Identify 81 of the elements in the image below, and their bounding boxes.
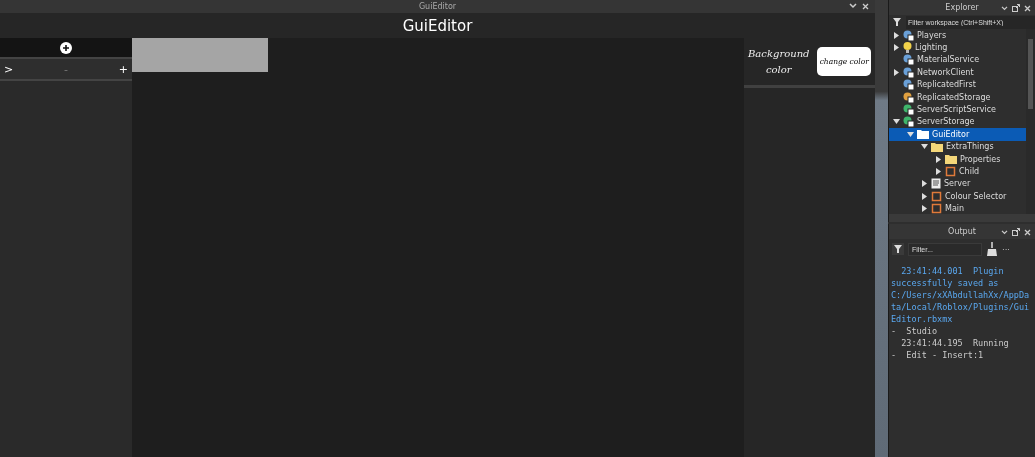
chevron-down-icon[interactable] [849, 3, 857, 9]
tree-item-label: Properties [960, 154, 1001, 164]
tree-item[interactable]: Colour Selector [889, 190, 1026, 203]
frame-icon [931, 190, 942, 202]
collapsed-arrow-icon[interactable] [921, 205, 928, 213]
broom-icon[interactable] [986, 242, 998, 256]
chevron-down-icon[interactable] [1001, 229, 1008, 235]
tree-item[interactable]: MaterialService [889, 53, 1026, 67]
plugin-heading: GuiEditor [402, 16, 473, 35]
plus-button[interactable]: + [114, 62, 132, 76]
tree-item[interactable]: Players [889, 29, 1026, 42]
script-icon [931, 178, 941, 190]
service-icon [903, 29, 914, 41]
frame-icon [945, 166, 956, 177]
tree-item-label: Lighting [915, 43, 948, 53]
service-icon [903, 79, 914, 91]
more-button[interactable]: ··· [1002, 244, 1010, 254]
collapsed-arrow-icon[interactable] [893, 68, 900, 76]
tree-item-label: Child [959, 167, 980, 176]
tree-item[interactable]: ReplicatedStorage [889, 90, 1026, 104]
explorer-title: Explorer [945, 3, 979, 12]
tree-item-label: GuiEditor [932, 129, 970, 139]
folder-icon [917, 129, 929, 140]
expanded-arrow-icon[interactable] [893, 118, 900, 126]
tree-item-label: Main [945, 204, 965, 214]
tree-item[interactable]: NetworkClient [889, 66, 1026, 79]
scrollbar[interactable] [1026, 29, 1035, 214]
tree-item[interactable]: ReplicatedFirst [889, 78, 1026, 91]
output-line: 23:41:44.195 Running [900, 337, 1010, 349]
chevron-down-icon[interactable] [1001, 5, 1008, 11]
close-icon[interactable] [1024, 228, 1031, 236]
tree-item[interactable]: Properties [889, 152, 1026, 166]
service-icon [903, 104, 914, 116]
service-icon [903, 66, 914, 78]
collapsed-arrow-icon[interactable] [893, 44, 900, 52]
collapsed-arrow-icon[interactable] [935, 168, 942, 175]
tree-item-label: ServerStorage [917, 117, 975, 127]
tree-item-label: Server [944, 179, 971, 189]
tree-item-label: MaterialService [917, 55, 980, 65]
collapsed-arrow-icon[interactable] [921, 180, 928, 188]
output-line: - Studio [891, 325, 939, 337]
tree-item[interactable]: Main [889, 202, 1026, 214]
close-icon[interactable] [862, 3, 869, 10]
tree-item[interactable]: ExtraThings [889, 140, 1026, 153]
close-icon[interactable] [1024, 4, 1031, 12]
collapsed-arrow-icon[interactable] [893, 31, 900, 39]
tree-item[interactable]: GuiEditor [889, 128, 1026, 141]
background-color-label: Background color [747, 46, 810, 77]
tree-item-label: NetworkClient [917, 67, 974, 77]
tree-item[interactable]: Lighting [889, 41, 1026, 54]
collapsed-arrow-icon[interactable] [935, 155, 942, 163]
tree-item-label: Colour Selector [945, 191, 1007, 201]
service-icon [903, 116, 914, 128]
output-line: 23:41:44.001 Plugin successfully saved as C:/Users/xXAbdullahXx/AppData/Local/Roblox/Plugins/GuiEditor.rbxmx [891, 265, 1031, 325]
tree-item-label: ReplicatedFirst [917, 80, 976, 90]
expanded-arrow-icon[interactable] [907, 130, 914, 138]
tree-item-label: ExtraThings [946, 142, 994, 152]
tree-item-label: Players [917, 30, 947, 40]
tree-item-label: ServerScriptService [917, 105, 996, 115]
lightbulb-icon [903, 42, 912, 54]
folder-icon [945, 154, 957, 165]
window-title: GuiEditor [418, 2, 457, 11]
undock-icon[interactable] [1012, 4, 1020, 12]
tree-item-label: ReplicatedStorage [917, 92, 991, 102]
output-title: Output [948, 227, 976, 236]
undock-icon[interactable] [1012, 228, 1020, 236]
tree-item[interactable]: ServerScriptService [889, 103, 1026, 116]
tree-item[interactable]: Child [889, 165, 1026, 178]
service-icon [903, 91, 914, 103]
filter-icon[interactable] [892, 243, 904, 255]
expand-button[interactable]: > [0, 62, 18, 76]
filter-icon[interactable] [893, 18, 903, 26]
tree-item[interactable]: Server [889, 177, 1026, 191]
service-icon [903, 54, 914, 66]
collapsed-arrow-icon[interactable] [921, 192, 928, 200]
output-line: - Edit - Insert:1 [891, 349, 985, 361]
add-circle-icon[interactable] [60, 41, 72, 54]
horizontal-scrollbar[interactable] [889, 214, 1035, 222]
expanded-arrow-icon[interactable] [921, 143, 928, 151]
tree-item[interactable]: ServerStorage [889, 115, 1026, 129]
frame-icon [931, 203, 942, 214]
